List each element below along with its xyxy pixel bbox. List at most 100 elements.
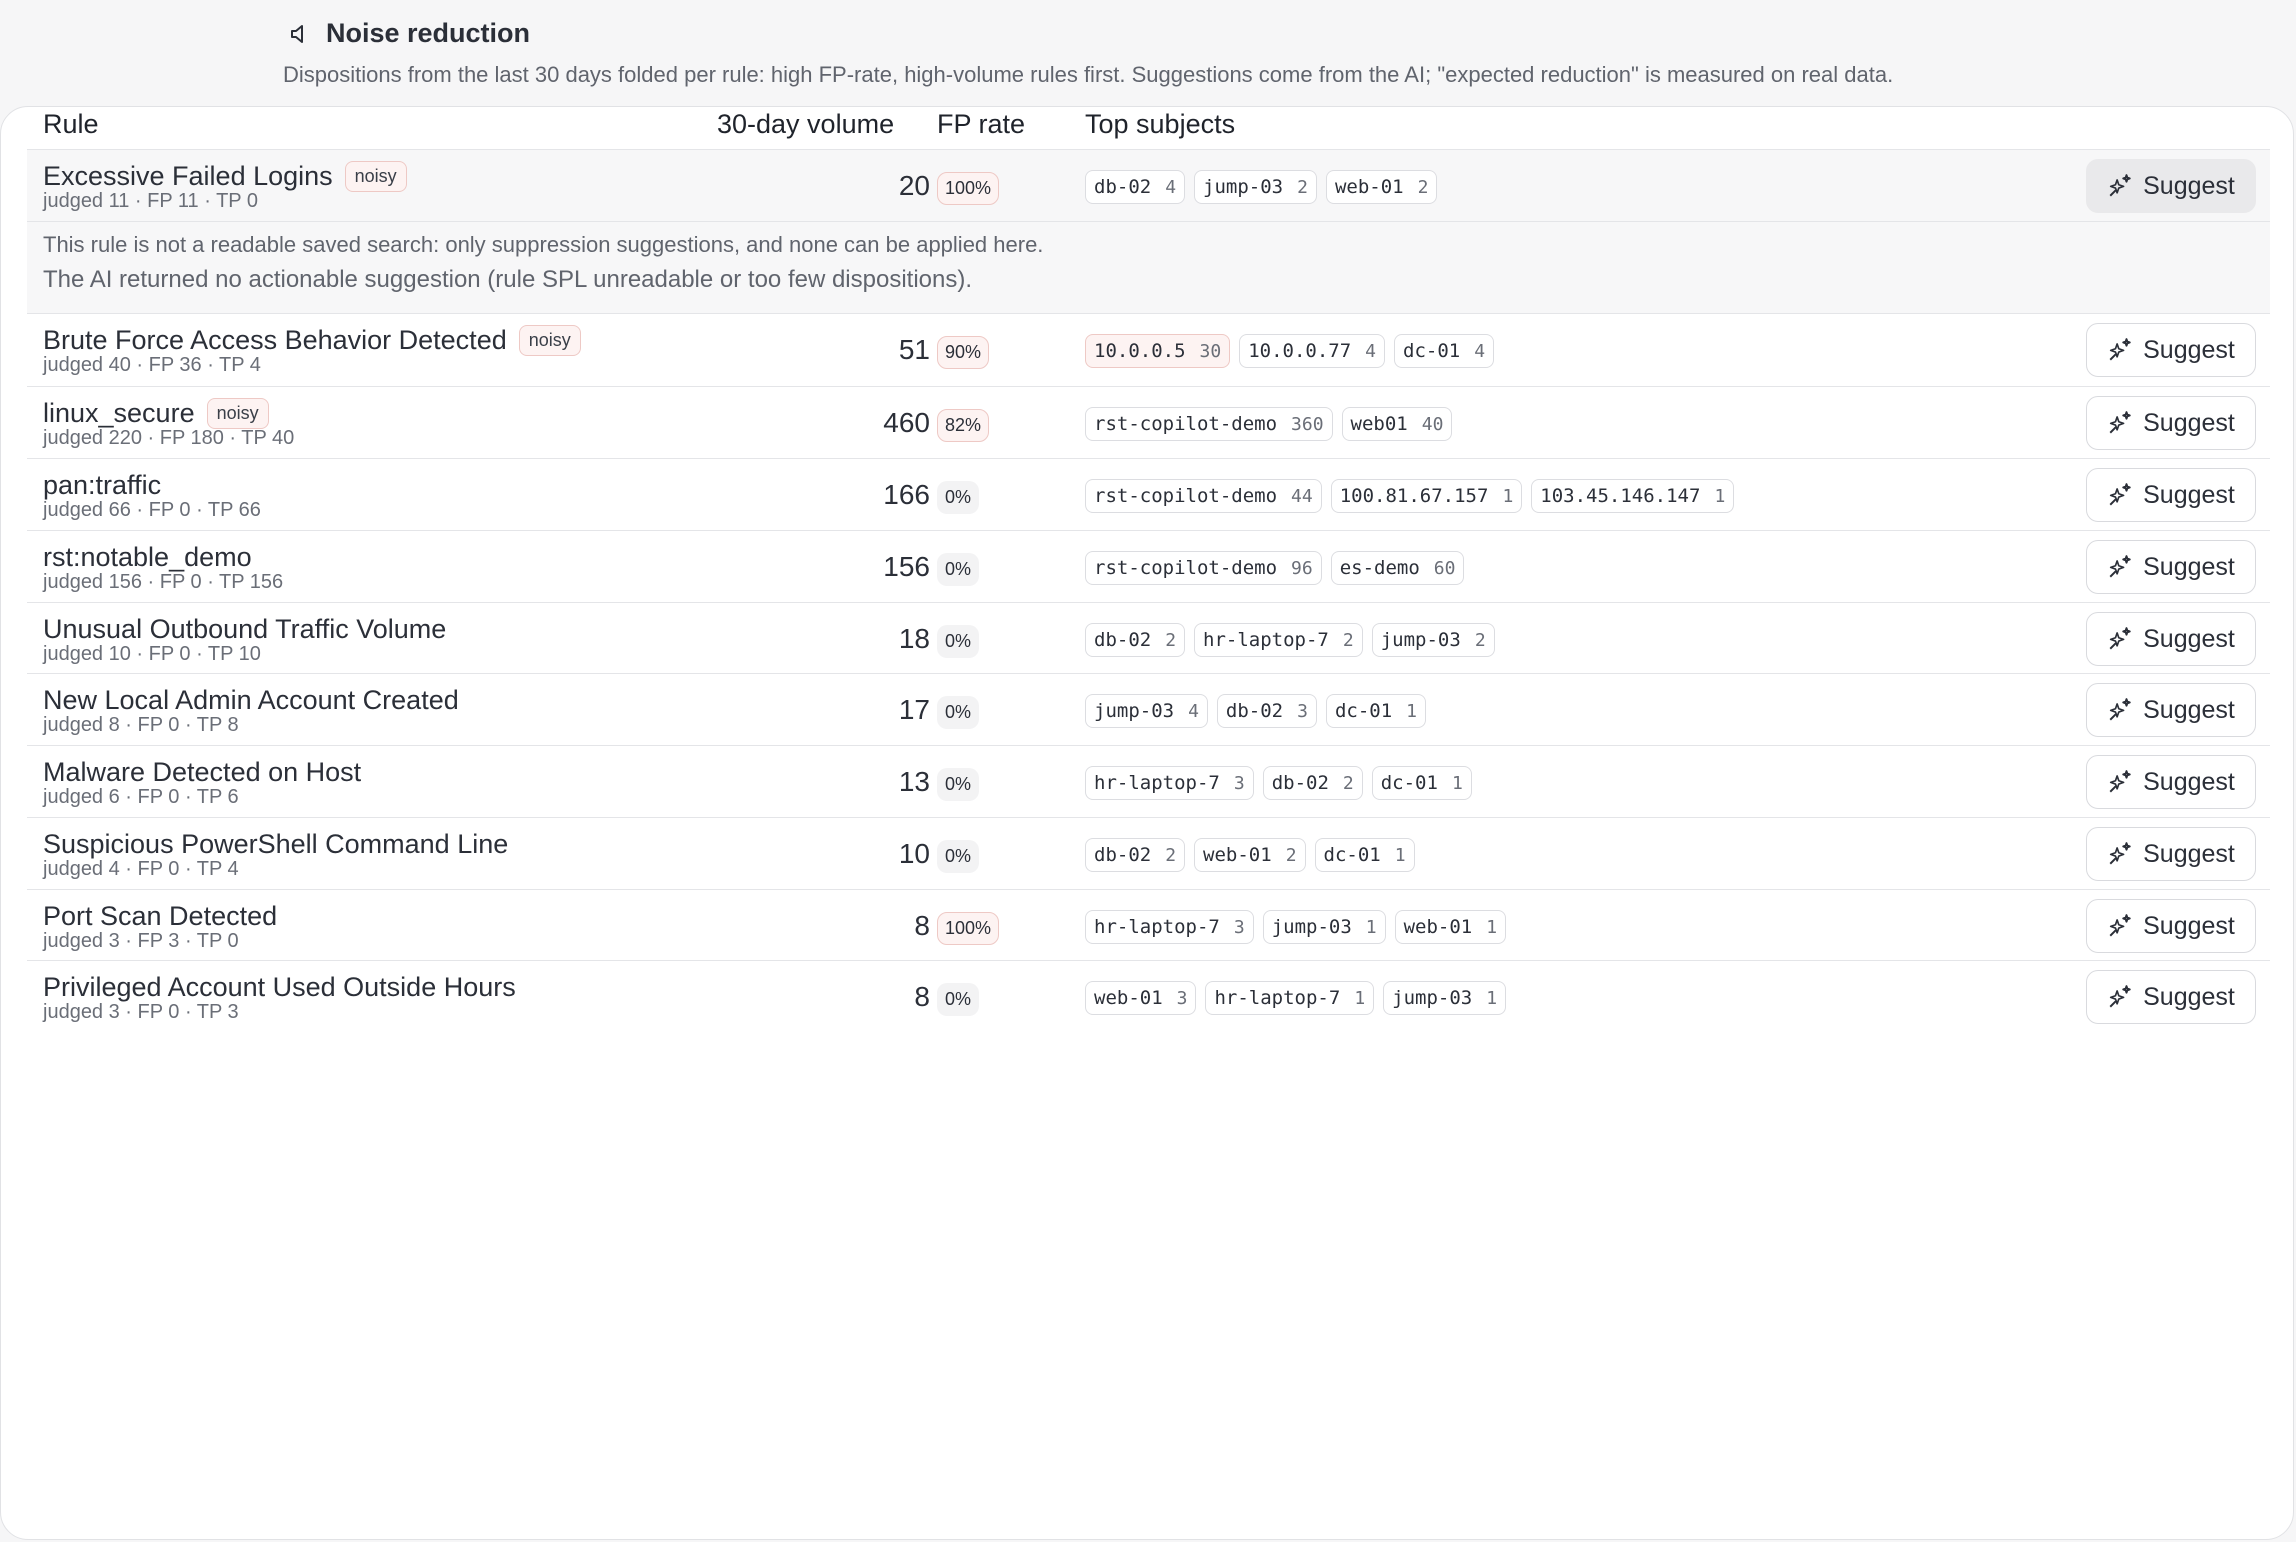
subject-chip[interactable]: rst-copilot-demo 44 xyxy=(1085,479,1322,513)
subject-chip[interactable]: 100.81.67.157 1 xyxy=(1330,479,1523,513)
subject-chip[interactable]: jump-03 2 xyxy=(1194,170,1317,204)
subject-chip[interactable]: db-02 2 xyxy=(1262,766,1363,800)
suggest-button[interactable]: Suggest xyxy=(2086,468,2256,522)
volume-value: 460 xyxy=(883,407,930,438)
subject-chip[interactable]: dc-01 1 xyxy=(1371,766,1472,800)
subject-count: 1 xyxy=(1394,844,1406,866)
suggest-button[interactable]: Suggest xyxy=(2086,970,2256,1024)
subject-chip[interactable]: db-02 3 xyxy=(1216,694,1317,728)
subject-chip[interactable]: 10.0.0.77 4 xyxy=(1239,334,1385,368)
subject-chip[interactable]: rst-copilot-demo 360 xyxy=(1085,407,1333,441)
subject-name: db-02 xyxy=(1094,844,1152,866)
subject-count: 2 xyxy=(1165,629,1177,651)
column-volume[interactable]: 30-day volume xyxy=(717,109,894,140)
subject-chip[interactable]: dc-01 1 xyxy=(1325,694,1427,728)
suggest-label: Suggest xyxy=(2143,171,2235,200)
column-fp-rate[interactable]: FP rate xyxy=(937,109,1025,140)
subject-chip[interactable]: web-01 1 xyxy=(1394,910,1507,944)
subject-chip[interactable]: db-02 2 xyxy=(1085,623,1186,657)
subject-name: dc-01 xyxy=(1323,844,1381,866)
table-row[interactable]: Excessive Failed Logins noisy judged 11 · … xyxy=(27,149,2270,221)
subject-count: 1 xyxy=(1502,485,1514,507)
suggest-button[interactable]: Suggest xyxy=(2086,396,2256,450)
table-row[interactable]: Malware Detected on Host judged 6 · FP 0 … xyxy=(27,745,2270,817)
table-row[interactable]: Privileged Account Used Outside Hours jud… xyxy=(27,960,2270,1032)
rule-name: Excessive Failed Logins noisy xyxy=(43,161,407,192)
table-row[interactable]: rst:notable_demo judged 156 · FP 0 · TP 1… xyxy=(27,530,2270,602)
subject-chip[interactable]: hr-laptop-7 1 xyxy=(1205,981,1375,1015)
rule-name-text: Malware Detected on Host xyxy=(43,757,362,787)
subject-chip[interactable]: hr-laptop-7 2 xyxy=(1194,623,1363,657)
subject-chip[interactable]: web01 40 xyxy=(1341,407,1453,441)
subject-chip[interactable]: dc-01 4 xyxy=(1394,334,1495,368)
subject-chip[interactable]: web-01 2 xyxy=(1325,170,1438,204)
top-subjects: rst-copilot-demo 96 es-demo 60 xyxy=(1085,551,1473,585)
rule-name-text: Excessive Failed Logins xyxy=(43,161,333,191)
subject-chip[interactable]: jump-03 1 xyxy=(1383,981,1507,1015)
subject-chip[interactable]: es-demo 60 xyxy=(1330,551,1465,585)
subject-chip[interactable]: web-01 2 xyxy=(1194,838,1306,872)
subject-chip[interactable]: jump-03 2 xyxy=(1371,623,1495,657)
subject-count: 1 xyxy=(1486,987,1498,1009)
rule-name: Malware Detected on Host xyxy=(43,757,361,788)
table-row[interactable]: linux_secure noisy judged 220 · FP 180 · T… xyxy=(27,386,2270,458)
suggest-button[interactable]: Suggest xyxy=(2086,323,2256,377)
page-subtitle: Dispositions from the last 30 days folde… xyxy=(283,62,1894,87)
subject-chip[interactable]: jump-03 4 xyxy=(1085,694,1208,728)
suggest-button[interactable]: Suggest xyxy=(2086,159,2256,213)
suggest-button[interactable]: Suggest xyxy=(2086,540,2256,594)
subject-name: hr-laptop-7 xyxy=(1094,772,1220,794)
subject-name: web-01 xyxy=(1403,916,1473,938)
column-rule[interactable]: Rule xyxy=(43,109,99,140)
suggest-button[interactable]: Suggest xyxy=(2086,612,2256,666)
table-row[interactable]: New Local Admin Account Created judged 8 … xyxy=(27,673,2270,745)
subject-chip[interactable]: db-02 4 xyxy=(1085,170,1186,204)
rule-name: New Local Admin Account Created xyxy=(43,685,459,716)
subject-chip[interactable]: hr-laptop-7 3 xyxy=(1085,910,1254,944)
subject-name: web-01 xyxy=(1094,987,1163,1009)
table-row[interactable]: Suspicious PowerShell Command Line judged… xyxy=(27,817,2270,889)
table-row[interactable]: pan:traffic judged 66 · FP 0 · TP 66 166 0%… xyxy=(27,458,2270,530)
subject-chip[interactable]: 10.0.0.5 30 xyxy=(1085,334,1231,368)
page-title: Noise reduction xyxy=(326,18,531,48)
subject-chip[interactable]: db-02 2 xyxy=(1085,838,1186,872)
table-row[interactable]: Brute Force Access Behavior Detected nois… xyxy=(27,313,2270,386)
subject-chip[interactable]: dc-01 1 xyxy=(1314,838,1415,872)
subject-count: 3 xyxy=(1233,772,1245,794)
subject-name: db-02 xyxy=(1271,772,1329,794)
subject-chip[interactable]: web-01 3 xyxy=(1085,981,1197,1015)
fp-rate-badge: 0% xyxy=(937,696,980,729)
table-row[interactable]: Unusual Outbound Traffic Volume judged 10… xyxy=(27,602,2270,674)
suggest-button[interactable]: Suggest xyxy=(2086,683,2256,737)
subject-count: 2 xyxy=(1474,629,1486,651)
suggest-button[interactable]: Suggest xyxy=(2086,827,2256,881)
top-subjects: 10.0.0.5 30 10.0.0.77 4 dc-01 4 xyxy=(1085,334,1503,368)
expanded-row-detail: This rule is not a readable saved search… xyxy=(27,221,2270,313)
fp-rate-badge: 100% xyxy=(937,912,1000,945)
suggest-label: Suggest xyxy=(2143,695,2235,724)
judged-counts: judged 156 · FP 0 · TP 156 xyxy=(43,571,284,593)
subject-chip[interactable]: jump-03 1 xyxy=(1262,910,1386,944)
judged-counts: judged 40 · FP 36 · TP 4 xyxy=(43,354,261,376)
subject-chip[interactable]: rst-copilot-demo 96 xyxy=(1085,551,1322,585)
suggest-button[interactable]: Suggest xyxy=(2086,755,2256,809)
judged-counts: judged 3 · FP 3 · TP 0 xyxy=(43,930,239,952)
table-row[interactable]: Port Scan Detected judged 3 · FP 3 · TP 0… xyxy=(27,889,2270,961)
fp-rate-badge: 0% xyxy=(937,768,980,801)
judged-counts: judged 10 · FP 0 · TP 10 xyxy=(43,643,261,665)
sparkle-icon xyxy=(2109,698,2131,721)
subject-name: jump-03 xyxy=(1392,987,1473,1009)
subject-name: dc-01 xyxy=(1403,340,1461,362)
subject-chip[interactable]: 103.45.146.147 1 xyxy=(1531,479,1735,513)
top-subjects: jump-03 4 db-02 3 dc-01 1 xyxy=(1085,694,1435,728)
subject-count: 1 xyxy=(1365,916,1377,938)
rule-name-text: Port Scan Detected xyxy=(43,901,278,931)
subject-chip[interactable]: hr-laptop-7 3 xyxy=(1085,766,1254,800)
subject-name: 100.81.67.157 xyxy=(1339,485,1489,507)
subject-name: web-01 xyxy=(1334,176,1404,198)
title-row: Noise reduction xyxy=(288,18,530,49)
column-top-subjects[interactable]: Top subjects xyxy=(1085,109,1235,140)
subject-name: jump-03 xyxy=(1203,176,1284,198)
suggest-button[interactable]: Suggest xyxy=(2086,899,2256,953)
sparkle-icon xyxy=(2109,914,2131,937)
